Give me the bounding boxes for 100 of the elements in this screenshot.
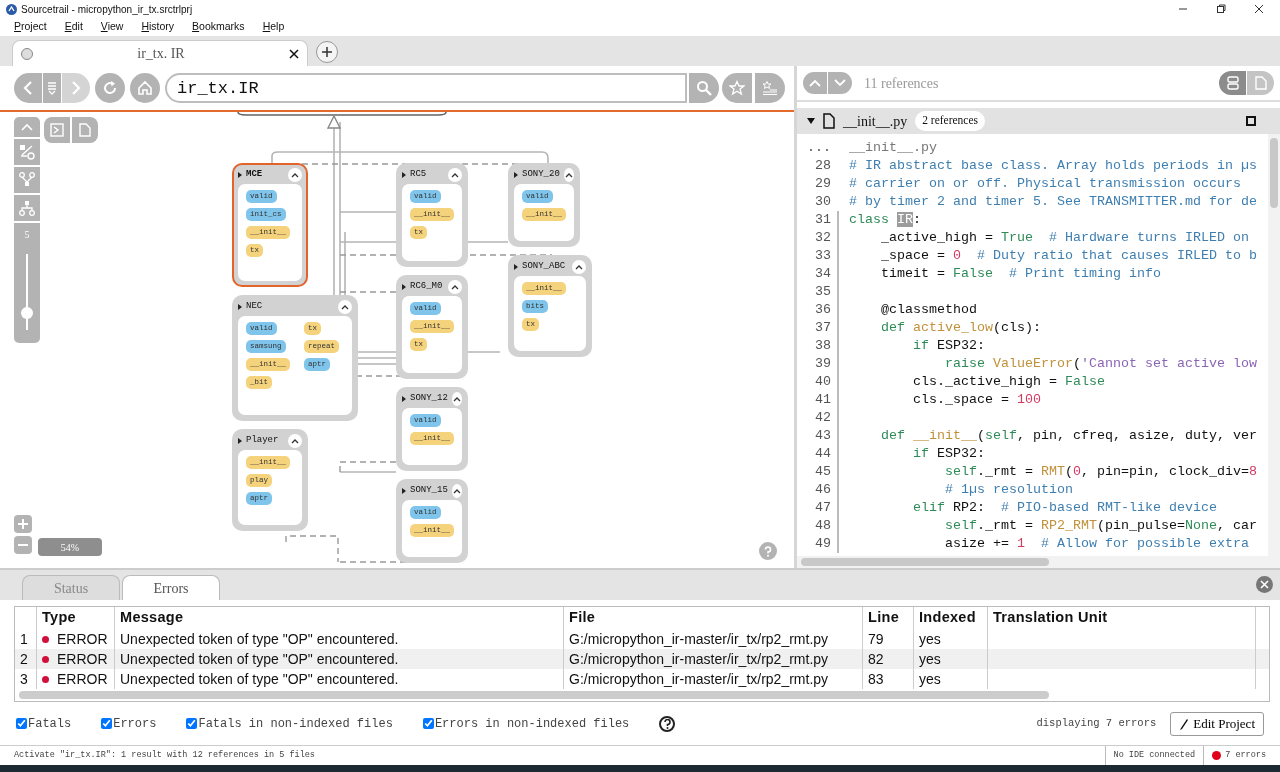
filter-label[interactable]: Errors — [113, 714, 157, 733]
document-tab[interactable]: ir_tx. IR — [12, 40, 308, 66]
expand-arrow-icon[interactable] — [238, 438, 242, 444]
chevron-up-icon — [341, 304, 349, 310]
menu-item[interactable]: Bookmarks — [192, 19, 245, 35]
code-line: @classmethod — [837, 301, 977, 319]
code-line: cls._active_high = False — [837, 373, 1105, 391]
table-cell-text: ERROR — [57, 629, 108, 649]
line-number: 38 — [814, 337, 832, 355]
collapse-button[interactable] — [448, 168, 462, 182]
window-title: Sourcetrail - micropython_ir_tx.srctrlprj — [21, 2, 193, 17]
file-icon — [1254, 76, 1267, 90]
home-icon — [137, 80, 153, 96]
view-mode-button[interactable] — [1219, 71, 1246, 95]
column-header[interactable]: Translation Unit — [988, 607, 1256, 629]
list-view-icon — [1226, 76, 1239, 90]
chevron-up-icon — [575, 264, 583, 270]
node-title: NEC — [246, 300, 263, 314]
expand-arrow-icon[interactable] — [402, 284, 406, 290]
column-header[interactable]: Type — [37, 607, 115, 629]
expand-arrow-icon[interactable] — [402, 172, 406, 178]
line-number: 42 — [814, 409, 832, 427]
filter-checkbox[interactable] — [186, 718, 198, 730]
collapse-button[interactable] — [338, 300, 352, 314]
collapse-button[interactable] — [288, 434, 302, 448]
line-number: 29 — [814, 175, 832, 193]
column-header[interactable]: File — [564, 607, 863, 629]
code-line: _active_high = True # Hardware turns IRLED on — [837, 229, 1249, 247]
column-header[interactable]: Indexed — [914, 607, 988, 629]
menu-item[interactable]: History — [141, 19, 175, 35]
maximize-icon[interactable] — [1246, 116, 1256, 126]
horizontal-scrollbar[interactable] — [797, 556, 1280, 568]
vertical-scrollbar[interactable] — [1268, 134, 1280, 556]
collapse-button[interactable] — [451, 484, 462, 498]
line-number: 47 — [814, 499, 832, 517]
plus-icon — [321, 46, 333, 58]
line-number: 34 — [814, 265, 832, 283]
error-status[interactable]: 7 errors — [1225, 749, 1266, 762]
collapse-button[interactable] — [448, 280, 462, 294]
column-header[interactable]: Message — [115, 607, 564, 629]
error-dot-icon — [1212, 751, 1222, 760]
line-number: 33 — [814, 247, 832, 265]
arrow-head-icon — [327, 115, 341, 129]
maximize-icon[interactable] — [1216, 4, 1226, 14]
menu-item[interactable]: Project — [14, 19, 47, 35]
node-title: Player — [246, 434, 279, 448]
close-icon — [1260, 580, 1269, 589]
collapse-button[interactable] — [288, 168, 302, 182]
filter-label[interactable]: Errors in non-indexed files — [434, 714, 630, 733]
chevron-right-icon — [70, 80, 82, 96]
code-line: class IR: — [837, 211, 921, 229]
help-icon[interactable] — [659, 715, 676, 732]
expand-triangle-icon[interactable] — [807, 117, 815, 125]
reference-count: 11 references — [864, 74, 939, 93]
filter-checkbox[interactable] — [101, 718, 113, 730]
line-number: 44 — [814, 445, 832, 463]
chevron-up-icon — [452, 396, 461, 402]
search-field[interactable]: ir_tx.IR — [165, 73, 687, 103]
menu-item[interactable]: Help — [262, 19, 285, 35]
expand-arrow-icon[interactable] — [238, 172, 242, 178]
filter-checkbox[interactable] — [16, 718, 27, 730]
error-count: displaying 7 errors — [1036, 715, 1157, 731]
collapse-button[interactable] — [563, 168, 574, 182]
expand-arrow-icon[interactable] — [514, 172, 518, 178]
line-number: 39 — [814, 355, 832, 373]
code-line: self._rmt = RP2_RMT(pin_pulse=None, car — [837, 517, 1257, 535]
error-dot-icon — [42, 675, 49, 683]
chevron-up-icon — [809, 79, 821, 87]
close-icon[interactable] — [289, 48, 299, 59]
expand-arrow-icon[interactable] — [402, 396, 406, 402]
filter-label[interactable]: Fatals — [28, 714, 72, 733]
column-header[interactable]: Line — [863, 607, 914, 629]
collapse-button[interactable] — [451, 392, 462, 406]
new-tab-button[interactable] — [316, 41, 338, 63]
horizontal-scrollbar[interactable] — [19, 691, 1049, 699]
error-dot-icon — [42, 635, 49, 643]
pencil-icon — [1179, 717, 1190, 730]
chevron-down-icon — [834, 79, 846, 87]
filter-checkbox[interactable] — [422, 718, 434, 730]
node-title: MCE — [246, 168, 263, 182]
collapse-button[interactable] — [572, 260, 586, 274]
close-icon[interactable] — [1254, 4, 1264, 14]
expand-arrow-icon[interactable] — [238, 304, 242, 310]
line-number: 37 — [814, 319, 832, 337]
chevron-up-icon — [291, 172, 299, 178]
table-cell: 83 — [863, 669, 914, 689]
panel-tab[interactable]: Errors — [122, 575, 220, 600]
expand-arrow-icon[interactable] — [402, 488, 406, 494]
menu-item[interactable]: Edit — [64, 19, 83, 35]
edit-project-button[interactable]: Edit Project — [1170, 712, 1264, 736]
code-line: # IR abstract base class. Array holds periods in µs — [848, 157, 1257, 175]
close-button[interactable] — [1256, 576, 1273, 593]
menu-item[interactable]: View — [100, 19, 124, 35]
expand-arrow-icon[interactable] — [514, 264, 518, 270]
filter-label[interactable]: Fatals in non-indexed files — [198, 714, 393, 733]
table-cell: G:/micropython_ir-master/ir_tx/rp2_rmt.py — [564, 649, 863, 669]
error-dot-icon — [42, 655, 49, 663]
code-line: def __init__(self, pin, cfreq, asize, duty, ver — [837, 427, 1257, 445]
table-cell: 82 — [863, 649, 914, 669]
slider-thumb[interactable] — [21, 307, 33, 320]
